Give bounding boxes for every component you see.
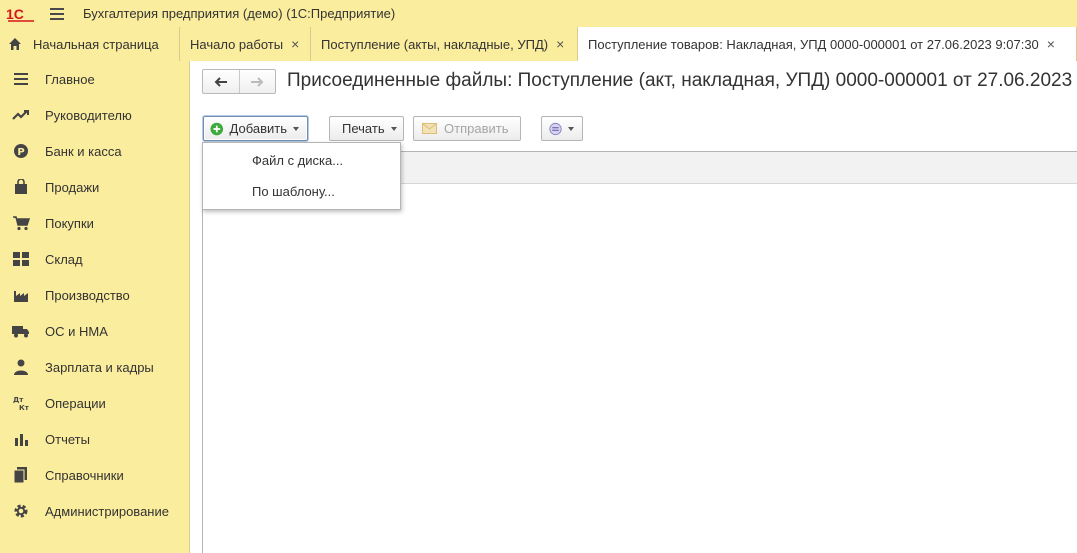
sidebar-item-bank[interactable]: P Банк и касса: [0, 133, 189, 169]
dt-kt-icon: Дт Кт: [12, 394, 30, 412]
chevron-down-icon: [293, 126, 299, 131]
close-icon[interactable]: ×: [556, 36, 564, 52]
sidebar-item-admin[interactable]: Администрирование: [0, 493, 189, 529]
chevron-down-icon: [390, 126, 397, 131]
factory-icon: [12, 286, 30, 304]
sidebar-item-salary[interactable]: Зарплата и кадры: [0, 349, 189, 385]
envelope-icon: [422, 123, 437, 134]
send-button-label: Отправить: [444, 121, 509, 136]
files-table[interactable]: [202, 151, 1077, 553]
ruble-icon: P: [12, 142, 30, 160]
tab-label: Начальная страница: [33, 36, 159, 52]
tab-receipt-doc[interactable]: Поступление товаров: Накладная, УПД 0000…: [578, 27, 1077, 62]
tab-label: Поступление (акты, накладные, УПД): [321, 36, 549, 52]
sidebar-item-sales[interactable]: Продажи: [0, 169, 189, 205]
trend-icon: [12, 106, 30, 124]
sidebar-item-production[interactable]: Производство: [0, 277, 189, 313]
history-nav: [202, 69, 276, 94]
page-title: Присоединенные файлы: Поступление (акт, …: [287, 70, 1077, 91]
sidebar-item-assets[interactable]: ОС и НМА: [0, 313, 189, 349]
title-bar: 1С Бухгалтерия предприятия (демо) (1С:Пр…: [0, 0, 1077, 27]
chevron-down-icon: [568, 126, 574, 131]
books-icon: [12, 466, 30, 484]
main-content: Присоединенные файлы: Поступление (акт, …: [190, 61, 1077, 553]
arrow-left-icon: [214, 76, 227, 87]
sidebar: Главное Руководителю P Банк и касса Прод…: [0, 61, 190, 553]
menu-lines-icon: [12, 70, 30, 88]
svg-text:P: P: [17, 147, 24, 158]
close-icon[interactable]: ×: [291, 36, 299, 52]
more-circle-icon: [549, 122, 562, 135]
tab-start[interactable]: Начало работы ×: [180, 27, 311, 61]
tab-receipts-list[interactable]: Поступление (акты, накладные, УПД) ×: [311, 27, 578, 61]
send-button[interactable]: Отправить: [413, 116, 521, 141]
warehouse-icon: [12, 250, 30, 268]
tab-bar: Начальная страница Начало работы × Посту…: [0, 27, 1077, 62]
forward-button[interactable]: [238, 70, 276, 93]
main-menu-icon[interactable]: [50, 7, 64, 20]
add-button[interactable]: Добавить: [203, 116, 308, 141]
sidebar-item-warehouse[interactable]: Склад: [0, 241, 189, 277]
sidebar-item-manager[interactable]: Руководителю: [0, 97, 189, 133]
bar-chart-icon: [12, 430, 30, 448]
menu-item-from-template[interactable]: По шаблону...: [203, 176, 400, 207]
app-title: Бухгалтерия предприятия (демо) (1С:Предп…: [83, 6, 396, 21]
sidebar-item-catalogs[interactable]: Справочники: [0, 457, 189, 493]
tab-home[interactable]: Начальная страница: [0, 27, 180, 61]
print-button-label: Печать: [342, 121, 385, 136]
sidebar-item-operations[interactable]: Дт Кт Операции: [0, 385, 189, 421]
add-button-label: Добавить: [229, 121, 287, 136]
svg-text:Кт: Кт: [19, 404, 30, 411]
bag-icon: [12, 178, 30, 196]
tab-label: Начало работы: [190, 36, 284, 52]
truck-icon: [12, 322, 30, 340]
sidebar-item-main[interactable]: Главное: [0, 61, 189, 97]
menu-item-file-from-disk[interactable]: Файл с диска...: [203, 145, 400, 176]
tab-label: Поступление товаров: Накладная, УПД 0000…: [588, 36, 1039, 52]
more-actions-button[interactable]: [541, 116, 583, 141]
gear-icon: [12, 502, 30, 520]
logo-1c-icon[interactable]: 1С: [6, 5, 36, 23]
sidebar-item-reports[interactable]: Отчеты: [0, 421, 189, 457]
close-icon[interactable]: ×: [1047, 36, 1055, 52]
back-button[interactable]: [203, 70, 239, 93]
cart-icon: [12, 214, 30, 232]
svg-text:1С: 1С: [6, 6, 24, 22]
home-icon: [9, 38, 21, 50]
add-dropdown-menu: Файл с диска... По шаблону...: [202, 142, 401, 210]
arrow-right-icon: [251, 76, 264, 87]
svg-text:Дт: Дт: [13, 396, 24, 404]
plus-circle-icon: [210, 122, 224, 135]
print-button[interactable]: Печать: [329, 116, 404, 141]
person-icon: [12, 358, 30, 376]
sidebar-item-purchases[interactable]: Покупки: [0, 205, 189, 241]
